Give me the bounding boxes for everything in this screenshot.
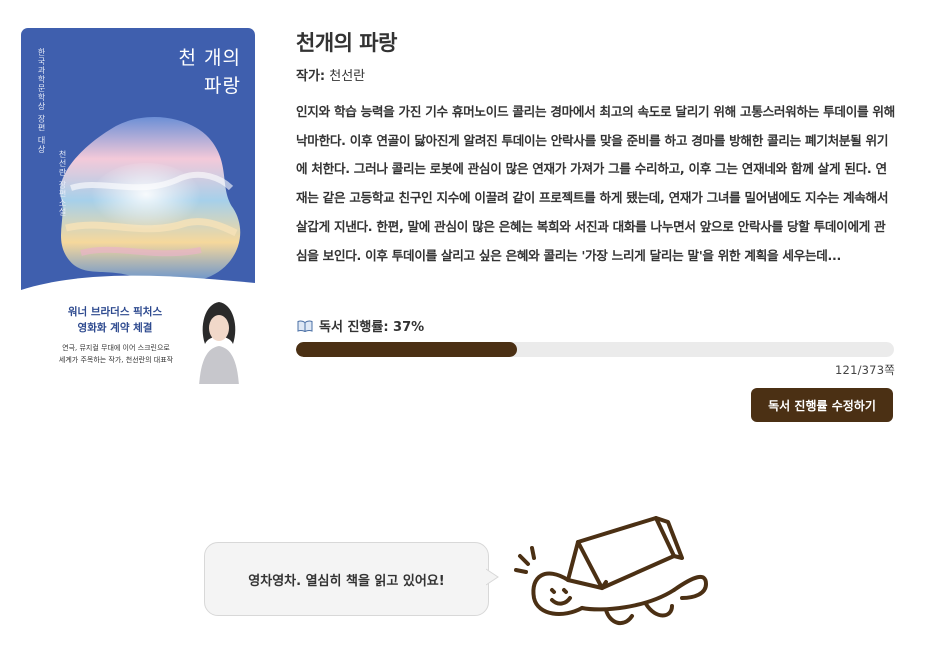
book-summary: 인지와 학습 능력을 가진 기수 휴머노이드 콜리는 경마에서 최고의 속도로 … [296,104,895,263]
cover-author-text: 천선란 장편소설 [58,150,67,217]
cover-title: 천 개의 파랑 [178,47,241,97]
progress-label-text: 독서 진행률: 37% [319,320,425,335]
author-label: 작가: [296,69,326,84]
speech-bubble-tail [486,568,499,586]
cover-headline: 워너 브라더스 픽처스 영화화 계약 체결 [67,306,163,334]
page-count: 121/373쪽 [835,363,895,377]
progress-bar-fill [296,342,518,357]
cover-subtext: 연극, 뮤지컬 무대에 이어 스크린으로 세계가 주목하는 작가, 천선란의 대… [58,344,174,364]
book-title: 천개의 파랑 [296,31,397,55]
edit-progress-button[interactable]: 독서 진행률 수정하기 [751,388,893,422]
speech-bubble: 영차영차. 열심히 책을 읽고 있어요! [204,542,489,616]
speech-bubble-text: 영차영차. 열심히 책을 읽고 있어요! [248,573,445,589]
book-cover: 천 개의 파랑 한국과학문학상 장편 대상 천선란 장편소설 워너 브라더스 픽… [21,28,255,384]
author-line: 작가: 천선란 [296,65,365,84]
author-name: 천선란 [329,69,366,84]
open-book-icon [297,319,313,332]
cover-award-text: 한국과학문학상 장편 대상 [37,48,46,155]
turtle-reading-icon [514,516,708,626]
author-photo [199,302,239,384]
progress-label: 독서 진행률: 37% [297,316,424,335]
progress-bar [296,342,894,357]
